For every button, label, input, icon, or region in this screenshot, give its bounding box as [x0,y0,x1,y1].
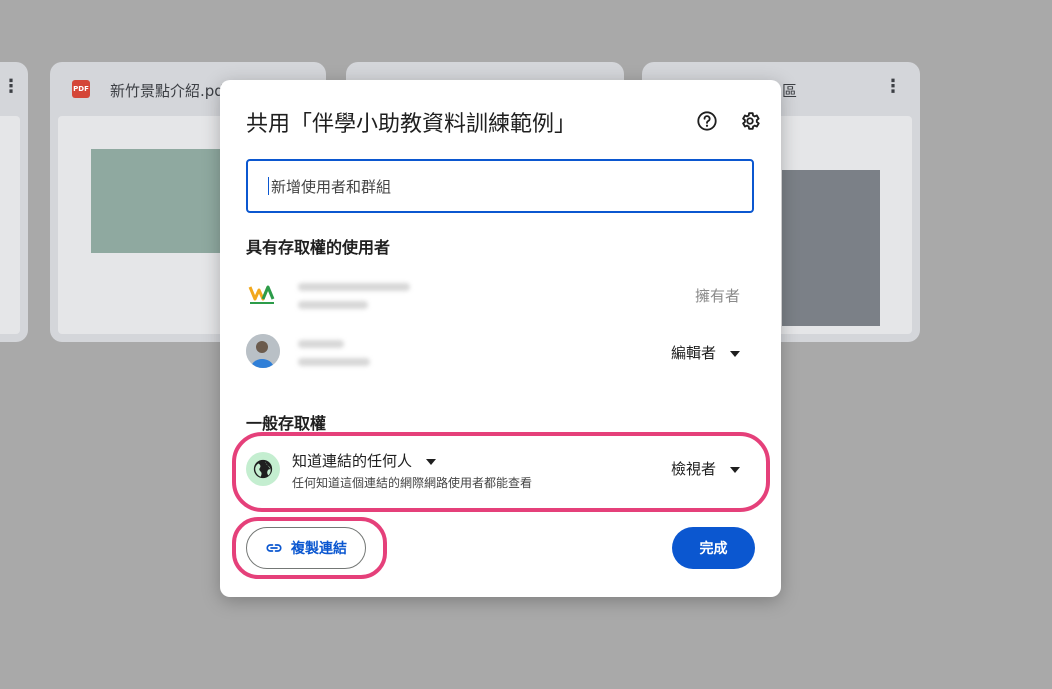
caret-down-icon [730,350,740,357]
help-button[interactable] [694,108,720,134]
wesduno-logo-icon [246,277,280,311]
editor-email-redacted [298,358,370,366]
general-access-heading: 一般存取權 [246,414,327,433]
person-avatar [246,334,280,368]
done-button[interactable]: 完成 [672,527,755,569]
editor-role-label: 編輯者 [670,344,716,362]
pdf-icon: PDF [72,80,90,98]
preview-image [91,149,221,253]
owner-role: 擁有者 [694,287,740,305]
owner-name-redacted [298,283,410,291]
dialog-title: 共用「伴學小助教資料訓練範例」 [246,112,577,137]
file-card-title: 新竹景點介紹.pd [110,82,224,100]
settings-button[interactable] [737,108,763,134]
copy-link-highlight [232,517,387,579]
add-people-placeholder: 新增使用者和群組 [271,177,392,196]
general-access-highlight [232,432,770,512]
more-options-icon[interactable]: ⋮ [2,78,20,96]
gear-icon [742,112,760,130]
more-options-icon[interactable]: ⋮ [884,78,902,96]
editor-name-redacted [298,340,344,348]
file-card-title: 區 [782,82,798,100]
people-with-access-heading: 具有存取權的使用者 [246,238,391,257]
file-card-left[interactable]: ⋮ [0,62,28,342]
add-people-input[interactable]: 新增使用者和群組 [246,159,754,213]
text-cursor [268,177,269,195]
help-circle-icon [697,111,717,131]
file-preview [0,116,20,334]
person-row-editor: 編輯者 [246,334,754,374]
preview-image [782,170,880,326]
person-row-owner: 擁有者 [246,277,754,317]
owner-email-redacted [298,301,368,309]
editor-role-dropdown[interactable]: 編輯者 [671,342,740,363]
